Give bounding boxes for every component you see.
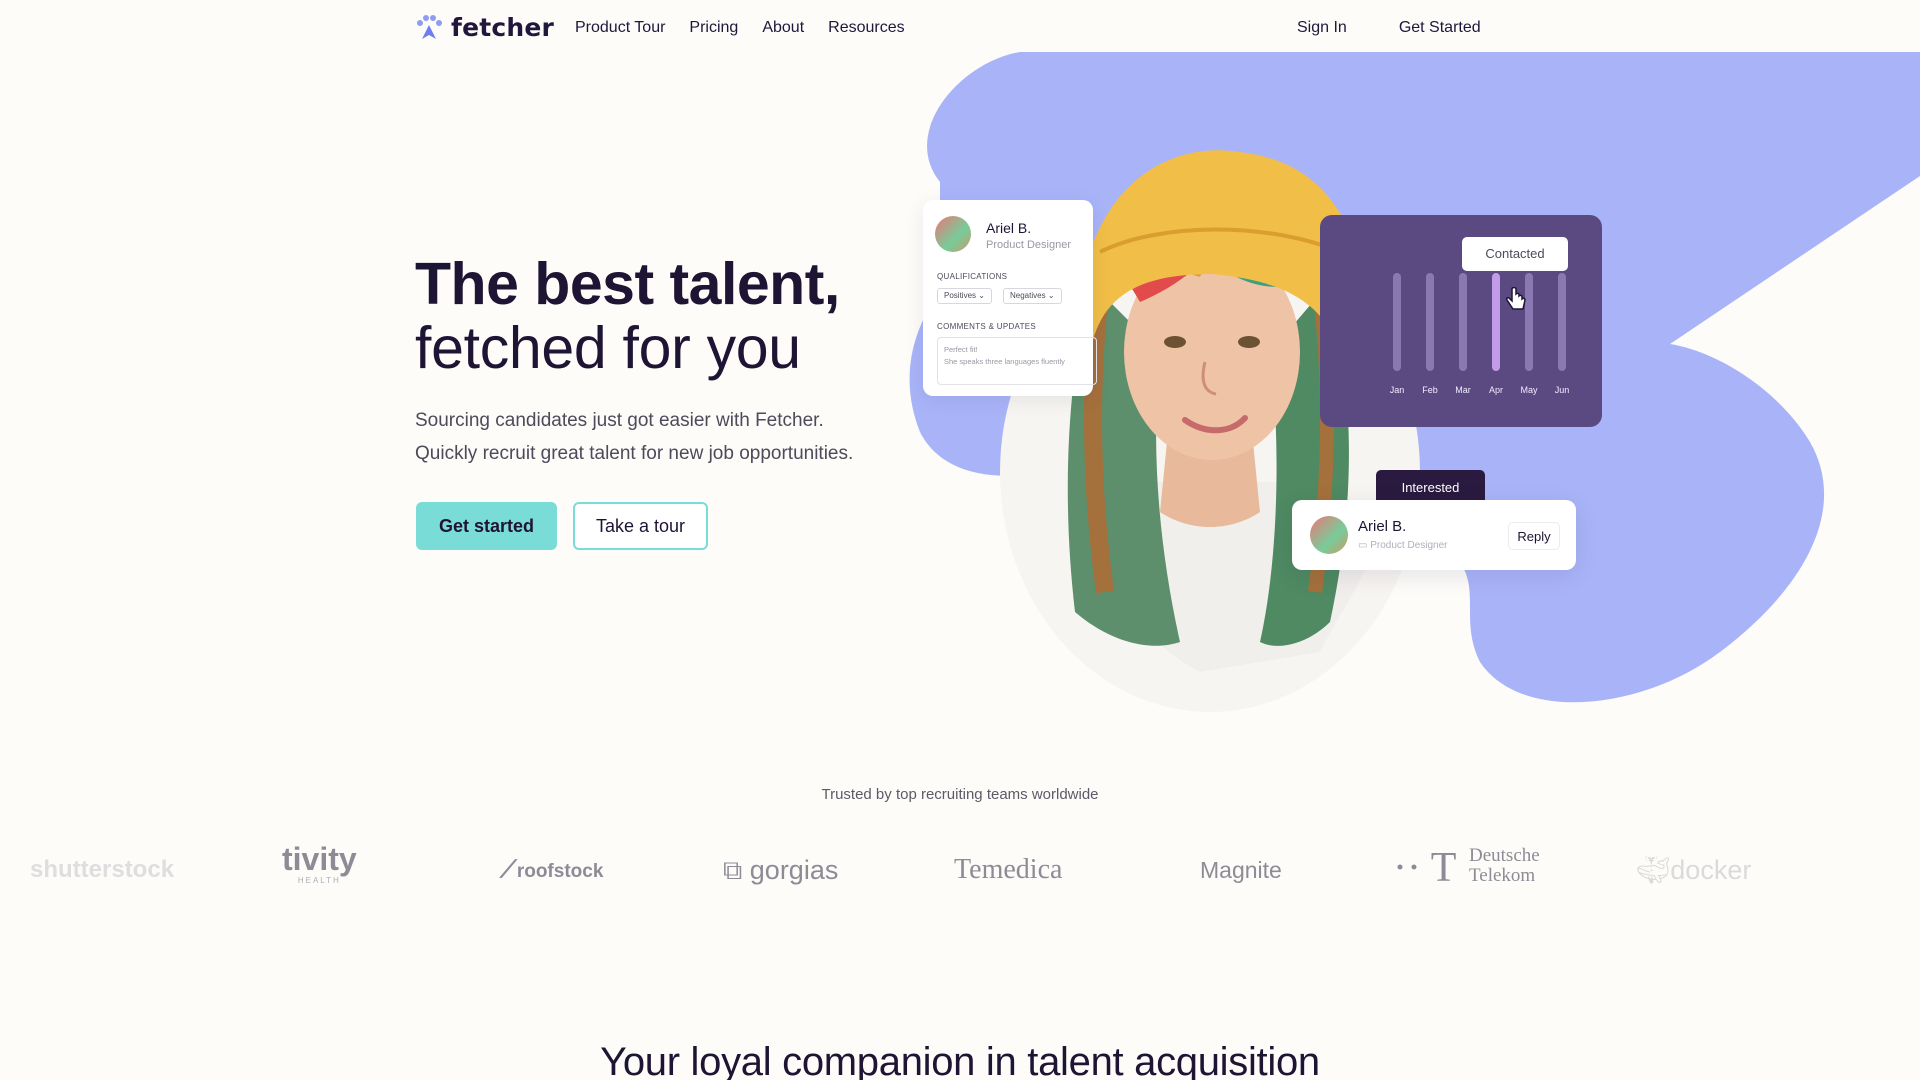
month-label: May [1520,385,1538,395]
temedica-logo: Temedica [954,854,1063,885]
candidate-reply-card: Ariel B. ▭ Product Designer Reply [1292,500,1576,570]
hero-subtitle: Sourcing candidates just got easier with… [415,404,935,470]
trusted-heading: Trusted by top recruiting teams worldwid… [821,786,1099,803]
nav-pricing[interactable]: Pricing [689,19,738,37]
reply-candidate-role-text: Product Designer [1370,540,1448,551]
take-a-tour-button[interactable]: Take a tour [573,502,708,550]
main-menu: Product Tour Pricing About Resources [575,19,905,37]
fetcher-logo[interactable]: fetcher [415,13,554,42]
docker-logo: 🐳︎docker [1636,840,1751,900]
nav-resources[interactable]: Resources [828,19,904,37]
brand-name: fetcher [451,13,555,42]
month-label: Mar [1455,385,1471,395]
nav-actions: Sign In Get Started [1297,19,1481,37]
positives-chip[interactable]: Positives ⌄ [937,288,992,304]
reply-candidate-role: ▭ Product Designer [1358,540,1448,551]
magnite-logo: Magnite [1200,857,1282,883]
candidate-profile-card: Ariel B. Product Designer QUALIFICATIONS… [923,200,1097,396]
docker-whale-icon: 🐳︎ [1636,855,1671,885]
gorgias-logo: ⧉ gorgias [723,840,838,900]
roofstock-mark-icon: ⟋ [500,856,517,883]
reply-candidate-name: Ariel B. [1358,518,1407,535]
nav-product-tour[interactable]: Product Tour [575,19,665,37]
nav-about[interactable]: About [762,19,804,37]
bar-feb [1426,273,1434,371]
positives-chip-label: Positives [944,291,977,300]
telekom-line2: Telekom [1469,865,1536,886]
customer-logo-strip: shutterstock tivity HEALTH ⟋roofstock ⧉ … [0,840,1920,900]
hero-subtitle-line1: Sourcing candidates just got easier with… [415,410,824,431]
tivity-logo: tivity HEALTH [282,834,357,894]
gorgias-wordmark: gorgias [749,855,839,885]
qualifications-label: QUALIFICATIONS [937,272,1008,281]
chevron-down-icon: ⌄ [1047,291,1055,300]
avatar [1310,516,1348,554]
month-label: Jun [1555,385,1570,395]
candidate-role: Product Designer [986,239,1071,251]
shutterstock-logo: shutterstock [30,856,175,883]
comments-label: COMMENTS & UPDATES [937,322,1037,331]
comment-line1: Perfect fit! [944,345,978,354]
hero-title-line1: The best talent, [415,251,840,317]
reply-button[interactable]: Reply [1508,522,1560,550]
tivity-sub: HEALTH [297,876,341,885]
top-nav: fetcher Product Tour Pricing About Resou… [0,0,1920,56]
contacted-tag: Contacted [1462,237,1568,271]
month-label: Jan [1390,385,1405,395]
avatar [935,216,971,252]
page: fetcher Product Tour Pricing About Resou… [0,0,1920,1080]
comment-box[interactable]: Perfect fit! She speaks three languages … [937,337,1097,385]
folder-icon: ▭ [1358,540,1371,551]
bar-jun [1558,273,1566,371]
hero-title-line2: fetched for you [415,315,801,381]
month-label: Apr [1489,385,1503,395]
gorgias-mark-icon: ⧉ [723,855,750,885]
chevron-down-icon: ⌄ [978,291,985,300]
hand-cursor-icon [1505,287,1526,310]
bar-apr [1492,273,1500,371]
telekom-wordmark: Deutsche Telekom [1469,846,1540,886]
get-started-link[interactable]: Get Started [1399,19,1481,37]
hero-subtitle-line2: Quickly recruit great talent for new job… [415,443,854,464]
roofstock-logo: ⟋roofstock [500,840,603,900]
get-started-button[interactable]: Get started [416,502,557,550]
telekom-line1: Deutsche [1469,845,1540,866]
month-label: Feb [1422,385,1438,395]
candidate-name: Ariel B. [986,220,1032,236]
tivity-wordmark: tivity [282,841,357,877]
paw-logo-icon [417,14,442,39]
bar-jan [1393,273,1401,371]
hero-title: The best talent, fetched for you [415,252,840,380]
bar-mar [1459,273,1467,371]
roofstock-wordmark: roofstock [516,861,604,882]
section-title: Your loyal companion in talent acquisiti… [600,1040,1320,1080]
comment-line2: She speaks three languages fluently [944,357,1065,366]
sign-in-link[interactable]: Sign In [1297,19,1347,37]
telekom-t-icon: ·· T [1393,845,1457,891]
negatives-chip-label: Negatives [1010,291,1046,300]
negatives-chip[interactable]: Negatives ⌄ [1003,288,1062,304]
docker-wordmark: docker [1670,855,1752,885]
